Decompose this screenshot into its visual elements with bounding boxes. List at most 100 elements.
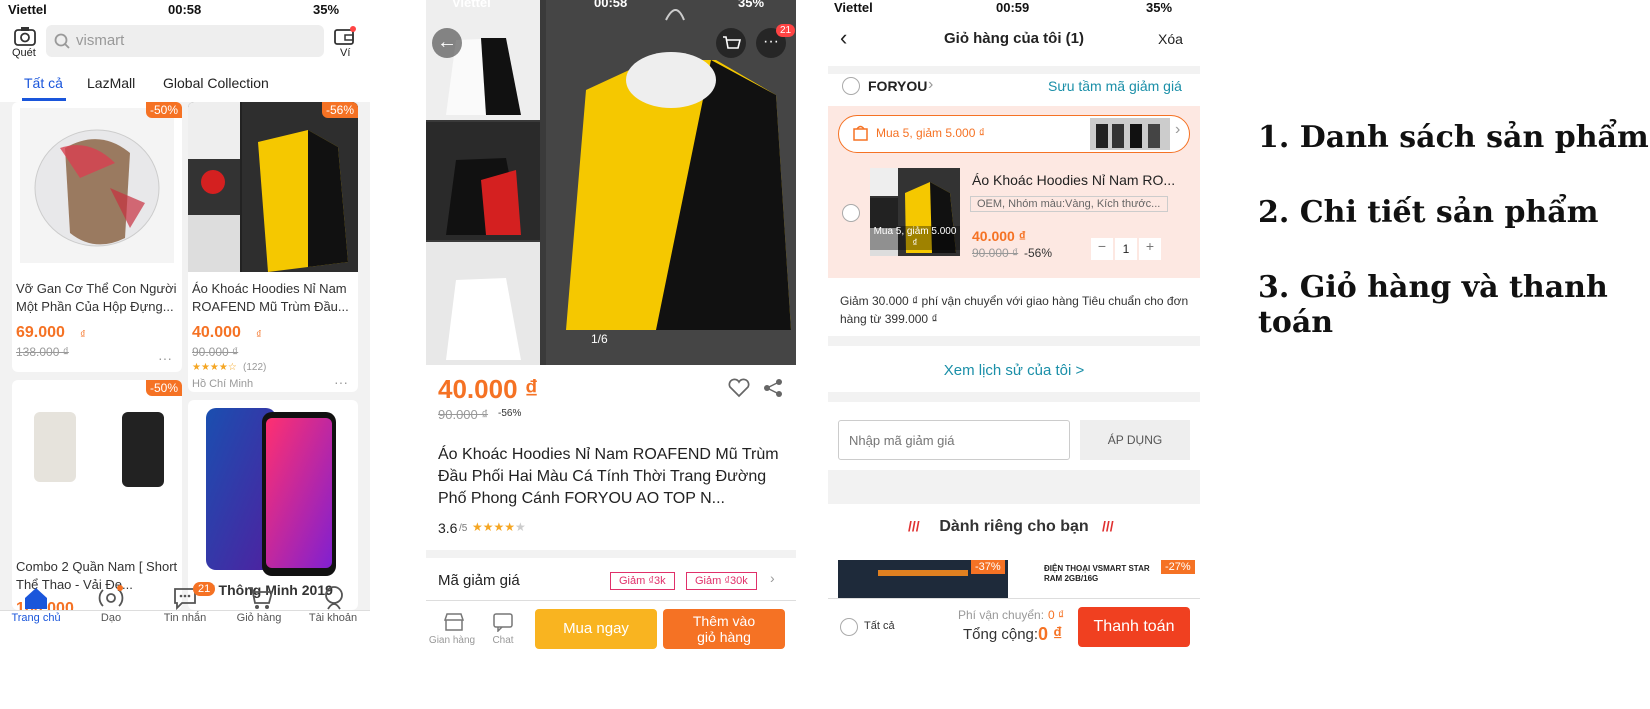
more-icon[interactable]: ··· [334, 374, 348, 390]
product-currency: ₫ [80, 329, 86, 341]
nav-account[interactable]: Tài khoản [298, 612, 368, 624]
caption-3: 3. Giỏ hàng và thanh toán [1258, 270, 1608, 340]
cart-item-old-price: 90.000 ₫ [972, 246, 1019, 260]
search-input[interactable]: vismart [46, 25, 324, 57]
message-badge: 21 [193, 582, 216, 596]
status-battery: 35% [313, 2, 340, 17]
variant-selector[interactable]: OEM, Nhóm màu:Vàng, Kích thước... [970, 196, 1168, 212]
product-image-phone [206, 408, 336, 576]
add-to-cart-button[interactable]: Thêm vào giỏ hàng [663, 609, 785, 649]
shop-name[interactable]: FORYOU [868, 78, 927, 94]
product-card[interactable]: ĐT Thông Minh 2019 [188, 400, 358, 610]
checkout-button[interactable]: Thanh toán [1078, 607, 1190, 647]
delete-button[interactable]: Xóa [1158, 31, 1183, 47]
apply-voucher-button[interactable]: ÁP DỤNG [1080, 420, 1190, 460]
rating-stars: ★★★★★ [472, 520, 526, 534]
discount-badge: -50% [145, 102, 182, 118]
camera-scan-icon[interactable] [14, 26, 36, 46]
chat-icon[interactable] [492, 612, 514, 632]
home-icon[interactable] [23, 586, 49, 612]
status-carrier: Viettel [452, 0, 491, 10]
back-icon[interactable]: ← [432, 28, 462, 58]
product-card[interactable]: -50% Combo 2 Quần Nam [ Short Thể Thao -… [12, 380, 182, 610]
product-location: Hồ Chí Minh [192, 378, 254, 390]
shipping-fee: 0 ₫ [1048, 608, 1065, 622]
product-image-hoodie [188, 102, 358, 272]
cart-item-discount: -56% [1024, 246, 1053, 260]
nav-cart[interactable]: Giỏ hàng [224, 612, 294, 624]
total-amount: 0 ₫ [1038, 624, 1063, 644]
voucher-input[interactable] [838, 420, 1070, 460]
divider [828, 66, 1200, 74]
shipping-note: Giảm 30.000 ₫ phí vận chuyển với giao hà… [840, 294, 1189, 326]
status-carrier: Viettel [8, 2, 47, 17]
cart-badge: 21 [776, 24, 796, 37]
voucher-chip[interactable]: Giảm ₫3k [610, 572, 675, 590]
product-image-organ [20, 108, 174, 263]
nav-explore[interactable]: Dạo [76, 612, 146, 624]
qty-value[interactable]: 1 [1115, 238, 1137, 260]
scan-label: Quét [12, 47, 36, 59]
search-icon [54, 33, 70, 49]
recommend-discount: -27% [1161, 560, 1195, 574]
product-card[interactable]: -50% Vỡ Gan Cơ Thể Con Người Một Phần Củ… [12, 102, 182, 372]
more-icon[interactable]: ··· [158, 350, 172, 366]
voucher-chip[interactable]: Giảm ₫30k [686, 572, 757, 590]
product-card[interactable]: -56% Áo Khoác Hoodies Nỉ Nam ROAFEND Mũ … [188, 102, 358, 392]
history-link[interactable]: Xem lịch sử của tôi > [828, 362, 1200, 379]
buy-now-button[interactable]: Mua ngay [535, 609, 657, 649]
select-all-checkbox[interactable] [840, 618, 858, 636]
item-promo-tag: Mua 5, giảm 5.000 ₫ [870, 226, 960, 250]
for-you-heading: Dành riêng cho bạn [939, 518, 1089, 535]
shop-checkbox[interactable] [842, 77, 860, 95]
image-counter: 1/6 [591, 332, 608, 346]
qty-plus-button[interactable]: + [1139, 238, 1161, 260]
collect-voucher-link[interactable]: Sưu tầm mã giảm giá [1048, 78, 1182, 94]
rating-of: /5 [459, 523, 468, 534]
tab-all[interactable]: Tất cả [24, 75, 63, 91]
chevron-right-icon: › [928, 76, 934, 93]
nav-messages[interactable]: Tin nhắn [150, 612, 220, 624]
bag-icon [853, 125, 868, 141]
select-all-label: Tất cả [864, 620, 895, 632]
divider [828, 470, 1200, 504]
recommend-text: ĐIỆN THOẠI VSMART STAR RAM 2GB/16G [1044, 564, 1150, 583]
heart-icon[interactable] [728, 378, 750, 398]
wallet-icon[interactable] [334, 26, 356, 46]
status-time: 00:58 [168, 2, 202, 17]
divider [426, 550, 796, 558]
qty-minus-button[interactable]: − [1091, 238, 1113, 260]
chevron-right-icon: › [1175, 121, 1181, 138]
nav-home[interactable]: Trang chủ [1, 612, 71, 624]
cart-title: Giỏ hàng của tôi (1) [943, 30, 1084, 47]
product-price: 69.000 [16, 324, 65, 341]
cart-icon[interactable] [246, 585, 272, 611]
detail-price: 40.000 ₫ [438, 374, 539, 404]
detail-old-price: 90.000 ₫ [438, 407, 489, 422]
tab-lazmall[interactable]: LazMall [87, 75, 135, 91]
product-old-price: 138.000 ₫ [16, 345, 69, 359]
product-price: 40.000 [192, 324, 241, 341]
status-carrier: Viettel [834, 0, 873, 15]
status-time: 00:59 [996, 0, 1030, 15]
tab-underline [22, 98, 66, 101]
recommend-discount: -37% [971, 560, 1005, 574]
tab-global[interactable]: Global Collection [163, 75, 269, 91]
divider [426, 600, 796, 601]
decor-slash-icon: /// [1102, 518, 1114, 534]
cart-icon[interactable] [716, 28, 746, 58]
cart-item-price: 40.000 ₫ [972, 228, 1026, 244]
item-checkbox[interactable] [842, 204, 860, 222]
status-time: 00:58 [594, 0, 628, 10]
chevron-right-icon[interactable]: › [770, 570, 775, 586]
product-name: Vỡ Gan Cơ Thể Con Người Một Phần Của Hộp… [16, 281, 177, 314]
cart-item-name[interactable]: Áo Khoác Hoodies Nỉ Nam RO... [972, 172, 1175, 188]
account-icon[interactable] [321, 585, 347, 611]
shop-icon[interactable] [443, 612, 465, 632]
explore-icon[interactable] [98, 585, 124, 611]
rating-stars: ★★★★☆ [192, 362, 237, 373]
chat-label: Chat [492, 635, 514, 646]
divider [828, 392, 1200, 402]
product-image-shorts [34, 412, 164, 487]
share-icon[interactable] [762, 378, 784, 398]
